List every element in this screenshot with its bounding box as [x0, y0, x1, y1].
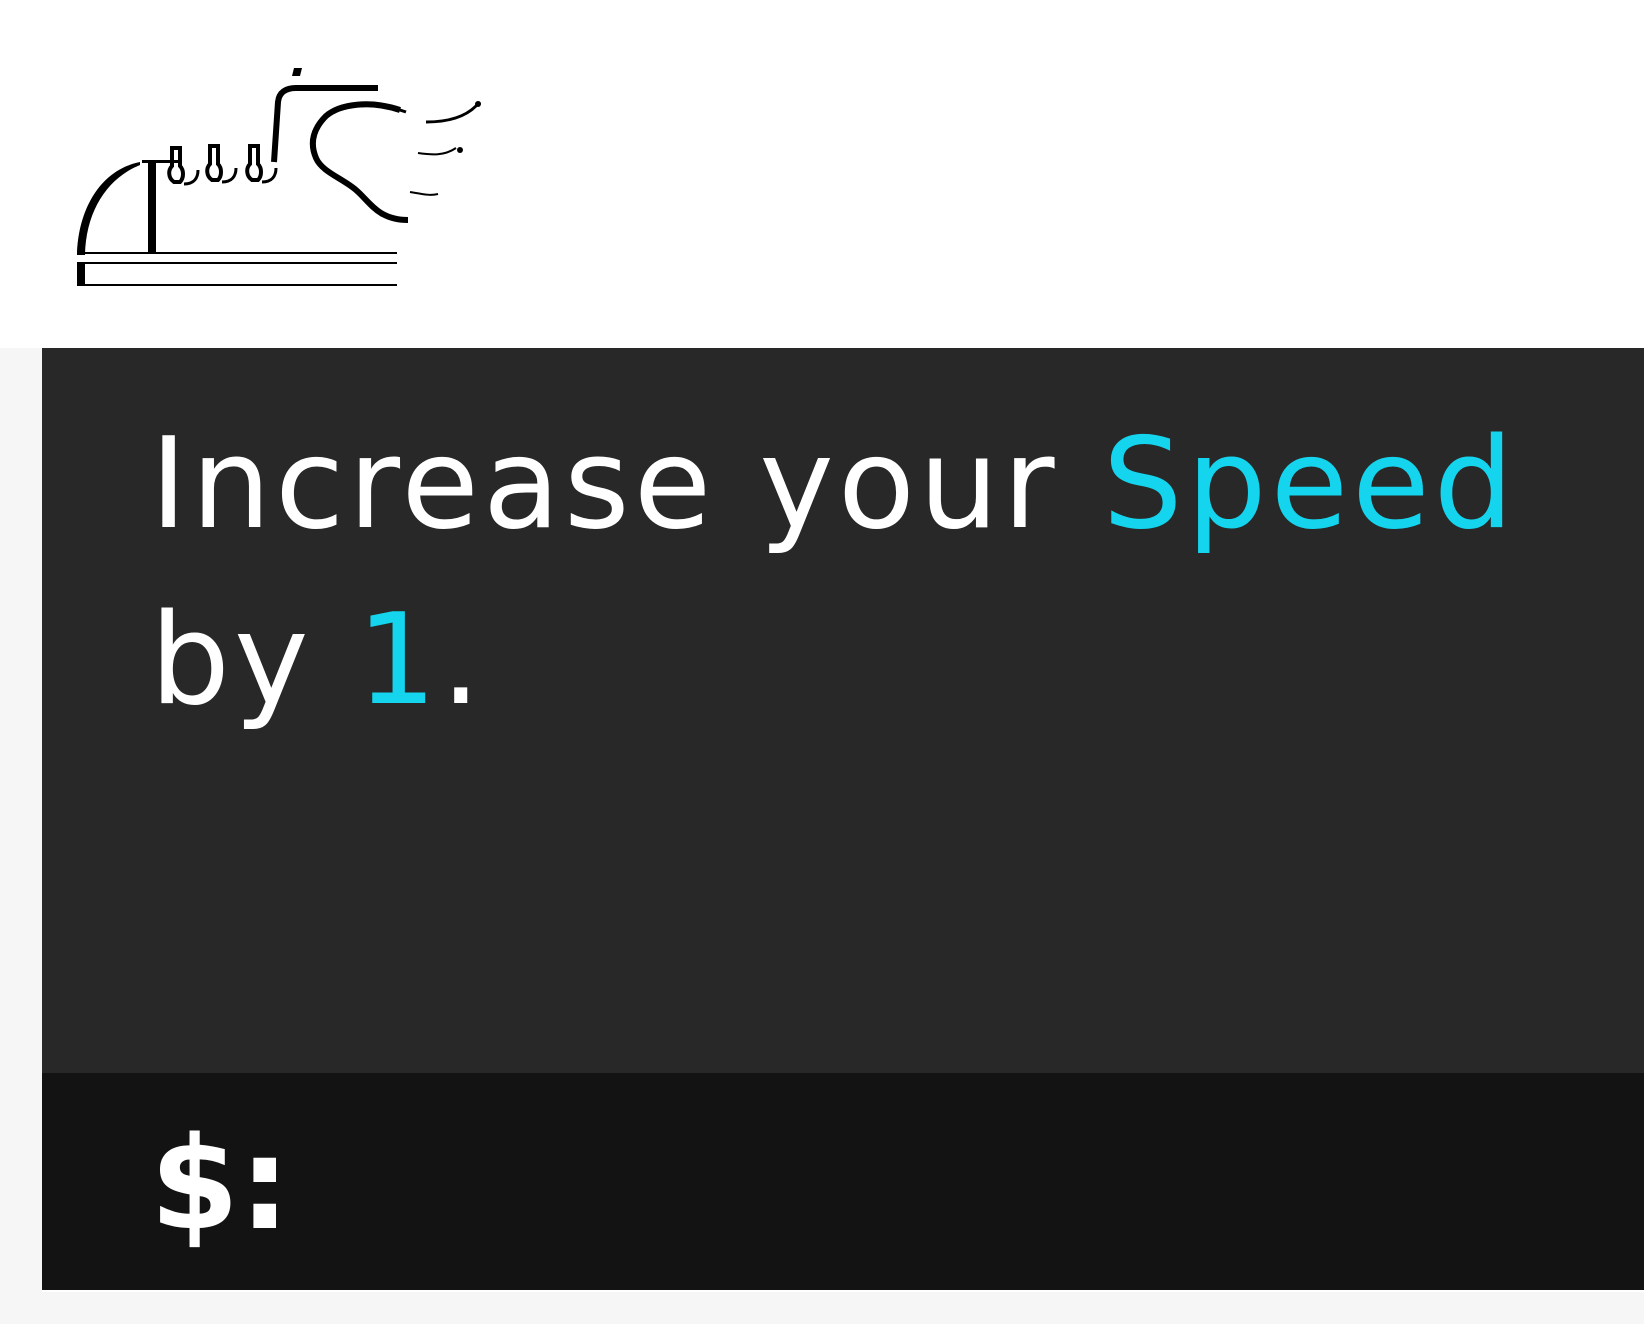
bottom-margin-strip [0, 1292, 1644, 1324]
winged-boot-icon [60, 60, 520, 320]
card-effect-text: Increase your Speed by 1. [150, 396, 1570, 748]
cost-bar: $: [42, 1073, 1644, 1290]
card-main-panel: Increase your Speed by 1. [42, 348, 1644, 1073]
stat-value-highlight: 1 [356, 586, 441, 733]
effect-text-part-2: by [150, 586, 357, 733]
cost-label: $: [150, 1110, 291, 1259]
effect-text-period: . [440, 586, 485, 733]
effect-text-part-1: Increase your [150, 410, 1103, 557]
left-margin-strip [0, 348, 42, 1324]
stat-name-highlight: Speed [1102, 410, 1518, 557]
